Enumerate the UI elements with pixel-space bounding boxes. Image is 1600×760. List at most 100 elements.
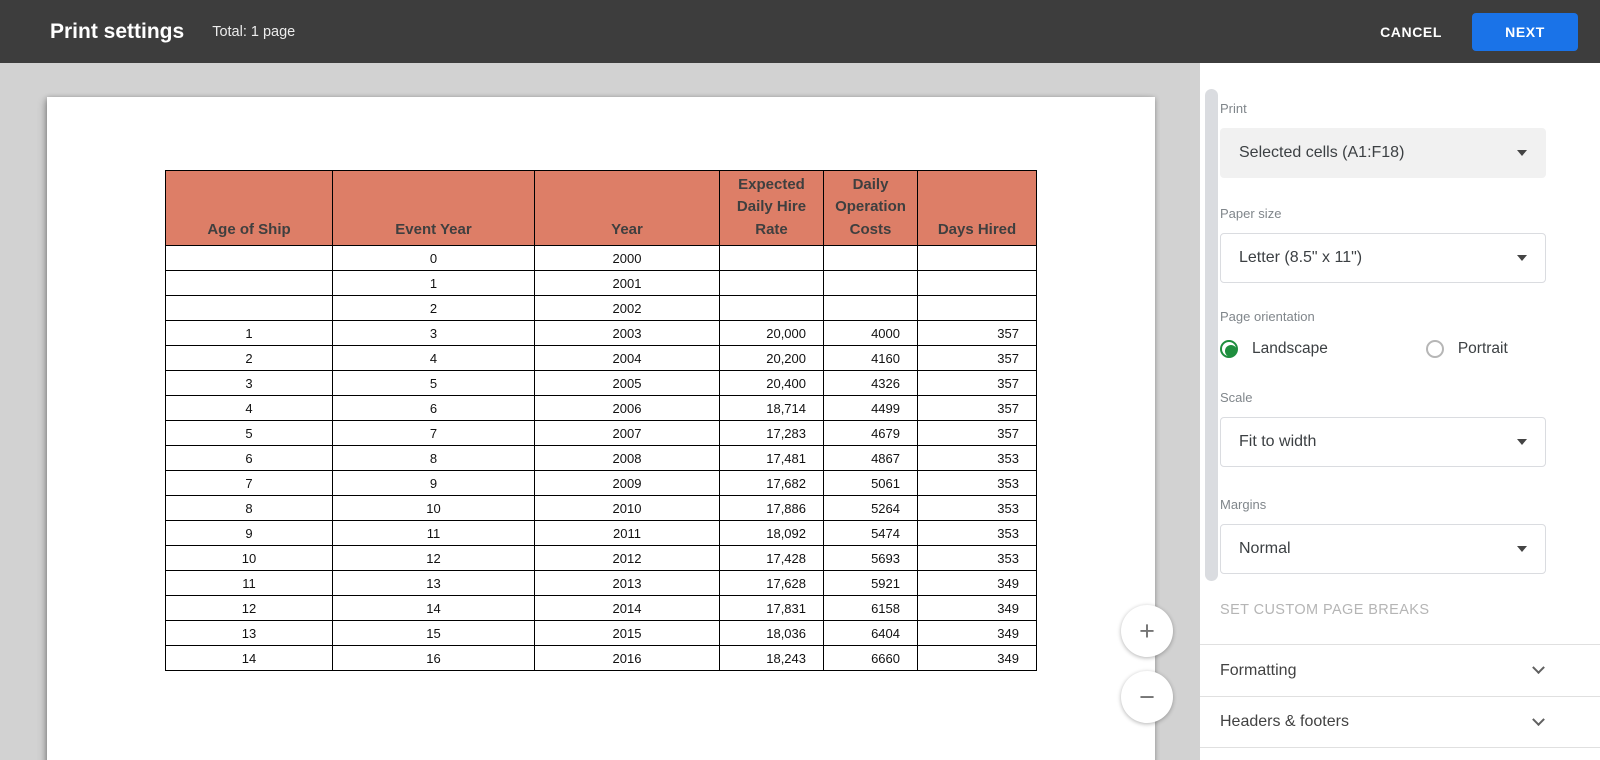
table-row: 4 6 2006 18,714 4499 357 [165, 395, 1037, 421]
sidebar-scrollbar[interactable] [1205, 89, 1218, 581]
table-cell: 2013 [534, 570, 720, 596]
paper-size-value: Letter (8.5" x 11") [1239, 249, 1363, 266]
paper-size-label: Paper size [1220, 206, 1282, 221]
table-cell: 3 [165, 370, 333, 396]
set-custom-page-breaks-button[interactable]: SET CUSTOM PAGE BREAKS [1200, 602, 1600, 618]
table-cell: 6 [332, 395, 535, 421]
next-button[interactable]: NEXT [1472, 12, 1578, 51]
table-cell: 15 [332, 620, 535, 646]
table-row: 13 15 2015 18,036 6404 349 [165, 620, 1037, 646]
table-cell: 2005 [534, 370, 720, 396]
table-cell [165, 295, 333, 321]
portrait-label: Portrait [1457, 340, 1508, 357]
table-cell: 9 [165, 520, 333, 546]
margins-field-group: Margins Normal [1200, 497, 1600, 574]
table-cell [917, 245, 1037, 271]
table-row: 9 11 2011 18,092 5474 353 [165, 520, 1037, 546]
formatting-section-toggle[interactable]: Formatting [1200, 644, 1600, 696]
table-cell: 2004 [534, 345, 720, 371]
table-cell: 17,886 [719, 495, 824, 521]
table-cell: 5 [165, 420, 333, 446]
column-header: Age of Ship [165, 170, 333, 246]
column-header: Expected Daily Hire Rate [719, 170, 824, 246]
table-cell: 2000 [534, 245, 720, 271]
table-cell: 6 [165, 445, 333, 471]
page-title: Print settings [50, 19, 185, 43]
table-cell: 4679 [823, 420, 918, 446]
table-cell [823, 270, 918, 296]
zoom-out-button[interactable]: − [1121, 671, 1173, 723]
zoom-in-button[interactable]: + [1121, 605, 1173, 657]
table-cell [719, 245, 824, 271]
print-range-dropdown[interactable]: Selected cells (A1:F18) [1220, 128, 1546, 178]
table-cell: 8 [332, 445, 535, 471]
column-header: Daily Operation Costs [823, 170, 918, 246]
table-cell: 2016 [534, 645, 720, 671]
table-cell: 17,628 [719, 570, 824, 596]
radio-unselected-icon [1425, 340, 1444, 358]
table-cell: 349 [917, 570, 1037, 596]
table-cell: 4867 [823, 445, 918, 471]
print-options-sidebar: Print Selected cells (A1:F18) Paper size… [1200, 63, 1600, 760]
table-cell: 357 [917, 320, 1037, 346]
column-header: Year [534, 170, 720, 246]
scale-dropdown[interactable]: Fit to width [1220, 417, 1546, 467]
table-row: 1 2001 [165, 270, 1037, 296]
table-cell: 357 [917, 395, 1037, 421]
table-cell [719, 270, 824, 296]
margins-value: Normal [1239, 540, 1291, 557]
portrait-radio-option[interactable]: Portrait [1425, 340, 1508, 358]
margins-dropdown[interactable]: Normal [1220, 524, 1546, 574]
table-cell: 12 [165, 595, 333, 621]
table-row: 11 13 2013 17,628 5921 349 [165, 570, 1037, 596]
table-cell: 2 [332, 295, 535, 321]
table-row: 5 7 2007 17,283 4679 357 [165, 420, 1037, 446]
paper-size-dropdown[interactable]: Letter (8.5" x 11") [1220, 233, 1546, 283]
table-cell: 4 [165, 395, 333, 421]
chevron-down-icon [1517, 150, 1527, 156]
table-cell [719, 295, 824, 321]
table-cell: 17,481 [719, 445, 824, 471]
table-cell: 2009 [534, 470, 720, 496]
table-row: 12 14 2014 17,831 6158 349 [165, 595, 1037, 621]
table-cell: 20,200 [719, 345, 824, 371]
cancel-button[interactable]: CANCEL [1374, 14, 1448, 50]
table-cell [165, 270, 333, 296]
table-cell: 7 [165, 470, 333, 496]
orientation-field-group: Page orientation Landscape Portrait [1200, 309, 1600, 358]
total-pages-label: Total: 1 page [212, 23, 296, 40]
table-cell: 13 [332, 570, 535, 596]
table-cell: 353 [917, 495, 1037, 521]
table-cell: 11 [332, 520, 535, 546]
scale-field-group: Scale Fit to width [1200, 390, 1600, 467]
table-cell: 6404 [823, 620, 918, 646]
table-cell: 18,092 [719, 520, 824, 546]
table-cell: 6158 [823, 595, 918, 621]
chevron-down-icon [1532, 661, 1545, 675]
table-cell: 2 [165, 345, 333, 371]
table-cell: 12 [332, 545, 535, 571]
table-row: 2 2002 [165, 295, 1037, 321]
table-header-row: Age of Ship Event Year Year Expected Daily … [165, 170, 1037, 246]
table-cell: 5921 [823, 570, 918, 596]
table-cell: 8 [165, 495, 333, 521]
headers-footers-section-toggle[interactable]: Headers & footers [1200, 696, 1600, 748]
landscape-radio-option[interactable]: Landscape [1220, 340, 1328, 358]
table-cell: 2008 [534, 445, 720, 471]
table-cell: 2014 [534, 595, 720, 621]
scale-value: Fit to width [1239, 433, 1317, 450]
table-cell: 5474 [823, 520, 918, 546]
column-header: Days Hired [917, 170, 1037, 246]
table-cell: 349 [917, 620, 1037, 646]
table-row: 7 9 2009 17,682 5061 353 [165, 470, 1037, 496]
main-area: Age of Ship Event Year Year Expected Daily … [0, 63, 1600, 760]
table-cell: 4000 [823, 320, 918, 346]
radio-selected-icon [1220, 340, 1238, 358]
plus-icon: + [1139, 616, 1155, 646]
table-cell: 20,400 [719, 370, 824, 396]
table-cell: 17,428 [719, 545, 824, 571]
table-cell: 357 [917, 420, 1037, 446]
table-cell: 4160 [823, 345, 918, 371]
table-row: 8 10 2010 17,886 5264 353 [165, 495, 1037, 521]
chevron-down-icon [1517, 546, 1527, 552]
